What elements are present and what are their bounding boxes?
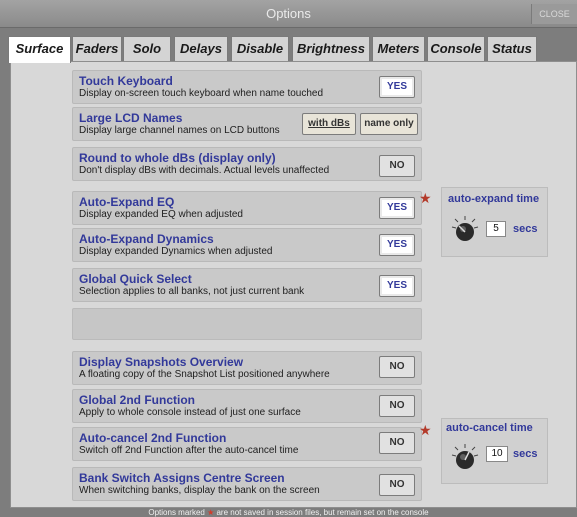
window-title: Options — [266, 6, 311, 21]
tab-console[interactable]: Console — [427, 36, 485, 62]
touch-keyboard-toggle[interactable]: YES — [379, 76, 415, 98]
auto-cancel-2nd-function-toggle[interactable]: NO — [379, 432, 415, 454]
option-global-2nd-function: Global 2nd Function Apply to whole conso… — [72, 389, 422, 423]
tab-strip: Surface Faders Solo Delays Disable Brigh… — [8, 36, 577, 63]
option-auto-expand-dynamics: Auto-Expand Dynamics Display expanded Dy… — [72, 228, 422, 262]
auto-expand-time-knob-icon[interactable] — [450, 215, 480, 245]
option-description: Don't display dBs with decimals. Actual … — [79, 165, 330, 176]
tab-faders[interactable]: Faders — [72, 36, 122, 62]
option-large-lcd-names: Large LCD Names Display large channel na… — [72, 107, 422, 141]
option-title: Global Quick Select — [79, 272, 192, 286]
footer-text-before: Options marked — [148, 508, 205, 517]
tab-delays[interactable]: Delays — [174, 36, 228, 62]
option-display-snapshots-overview: Display Snapshots Overview A floating co… — [72, 351, 422, 385]
display-snapshots-overview-toggle[interactable]: NO — [379, 356, 415, 378]
auto-cancel-time-unit: secs — [513, 448, 538, 460]
auto-expand-eq-toggle[interactable]: YES — [379, 197, 415, 219]
option-title: Round to whole dBs (display only) — [79, 151, 276, 165]
title-bar: Options CLOSE — [0, 0, 577, 28]
option-description: Selection applies to all banks, not just… — [79, 286, 305, 297]
tab-solo[interactable]: Solo — [123, 36, 171, 62]
option-description: Display expanded Dynamics when adjusted — [79, 246, 273, 257]
close-button[interactable]: CLOSE — [531, 4, 577, 24]
auto-expand-dynamics-toggle[interactable]: YES — [379, 234, 415, 256]
global-quick-select-toggle[interactable]: YES — [379, 275, 415, 297]
auto-expand-time-value[interactable]: 5 — [486, 221, 506, 237]
auto-expand-time-unit: secs — [513, 223, 538, 235]
auto-cancel-time-value[interactable]: 10 — [486, 446, 508, 462]
footer-marker: ★ — [207, 508, 215, 517]
option-title: Auto-Expand EQ — [79, 195, 175, 209]
not-saved-marker: ★ — [419, 190, 432, 206]
option-description: Display expanded EQ when adjusted — [79, 209, 243, 220]
tab-status[interactable]: Status — [487, 36, 537, 62]
option-description: Display large channel names on LCD butto… — [79, 125, 280, 136]
global-2nd-function-toggle[interactable]: NO — [379, 395, 415, 417]
option-bank-switch-centre-screen: Bank Switch Assigns Centre Screen When s… — [72, 467, 422, 501]
option-title: Auto-Expand Dynamics — [79, 232, 214, 246]
option-auto-cancel-2nd-function: Auto-cancel 2nd Function Switch off 2nd … — [72, 427, 422, 461]
option-round-whole-dbs: Round to whole dBs (display only) Don't … — [72, 147, 422, 181]
not-saved-marker: ★ — [419, 422, 432, 438]
auto-expand-time-panel: auto-expand time 5 secs — [441, 187, 548, 257]
auto-cancel-time-panel: auto-cancel time 10 secs — [441, 418, 548, 484]
footer-text-after: are not saved in session files, but rema… — [216, 508, 429, 517]
tab-meters[interactable]: Meters — [372, 36, 425, 62]
round-whole-dbs-toggle[interactable]: NO — [379, 155, 415, 177]
option-auto-expand-eq: Auto-Expand EQ Display expanded EQ when … — [72, 191, 422, 225]
tab-surface[interactable]: Surface — [8, 36, 71, 63]
options-panel: Touch Keyboard Display on-screen touch k… — [10, 61, 577, 508]
option-description: When switching banks, display the bank o… — [79, 485, 320, 496]
with-dbs-button[interactable]: with dBs — [302, 113, 356, 135]
option-title: Bank Switch Assigns Centre Screen — [79, 471, 285, 485]
option-title: Large LCD Names — [79, 111, 183, 125]
option-title: Touch Keyboard — [79, 74, 173, 88]
option-description: Apply to whole console instead of just o… — [79, 407, 301, 418]
option-description: Display on-screen touch keyboard when na… — [79, 88, 324, 99]
auto-cancel-time-label: auto-cancel time — [446, 422, 533, 434]
auto-cancel-time-knob-icon[interactable] — [450, 443, 480, 473]
option-title: Global 2nd Function — [79, 393, 195, 407]
tab-disable[interactable]: Disable — [231, 36, 289, 62]
bank-switch-centre-screen-toggle[interactable]: NO — [379, 474, 415, 496]
auto-expand-time-label: auto-expand time — [448, 193, 540, 205]
footer-note: Options marked ★ are not saved in sessio… — [0, 508, 577, 517]
empty-option-slot — [72, 308, 422, 340]
name-only-button[interactable]: name only — [360, 113, 418, 135]
option-title: Display Snapshots Overview — [79, 355, 244, 369]
option-global-quick-select: Global Quick Select Selection applies to… — [72, 268, 422, 302]
tab-brightness[interactable]: Brightness — [292, 36, 370, 62]
option-title: Auto-cancel 2nd Function — [79, 431, 227, 445]
option-description: A floating copy of the Snapshot List pos… — [79, 369, 330, 380]
option-description: Switch off 2nd Function after the auto-c… — [79, 445, 299, 456]
option-touch-keyboard: Touch Keyboard Display on-screen touch k… — [72, 70, 422, 104]
